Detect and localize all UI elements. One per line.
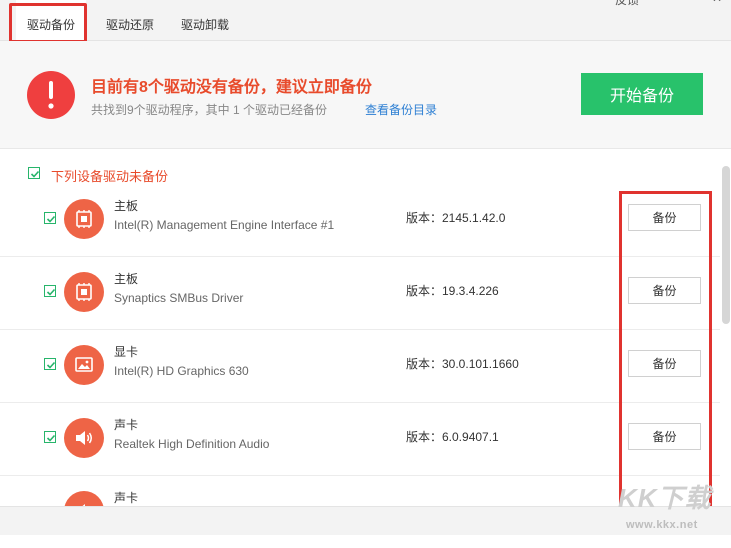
device-type: 主板: [114, 199, 139, 213]
warning-icon: [27, 71, 75, 119]
display-icon: [64, 345, 104, 385]
start-backup-button[interactable]: 开始备份: [581, 73, 703, 115]
tab-driver-uninstall[interactable]: 驱动卸载: [181, 0, 229, 40]
feedback-button[interactable]: 反馈: [615, 0, 639, 8]
driver-checkbox[interactable]: [44, 431, 56, 443]
banner-subtitle: 共找到9个驱动程序，其中 1 个驱动已经备份: [91, 103, 328, 117]
device-type: 主板: [114, 272, 139, 286]
minimize-button[interactable]: —: [656, 0, 668, 5]
driver-version: 版本：6.0.9407.1: [406, 430, 499, 444]
tab-label: 驱动备份: [26, 18, 75, 32]
close-button[interactable]: ✕: [712, 0, 722, 5]
motherboard-icon: [64, 199, 104, 239]
bottom-bar: [0, 506, 731, 535]
driver-version: 版本：19.3.4.226: [406, 284, 499, 298]
backup-button[interactable]: 备份: [628, 277, 701, 304]
device-name: Intel(R) HD Graphics 630: [114, 364, 249, 378]
check-icon: [46, 288, 56, 296]
check-icon: [46, 215, 56, 223]
backup-button[interactable]: 备份: [628, 423, 701, 450]
driver-row: 声卡 Realtek High Definition Audio 版本：6.0.…: [0, 402, 720, 476]
device-type: 显卡: [114, 345, 139, 359]
device-type: 声卡: [114, 418, 139, 432]
driver-row: 主板 Synaptics SMBus Driver 版本：19.3.4.226 …: [0, 256, 720, 330]
driver-checkbox[interactable]: [44, 212, 56, 224]
scrollbar-thumb[interactable]: [722, 166, 730, 324]
backup-button[interactable]: 备份: [628, 204, 701, 231]
driver-row: 主板 Intel(R) Management Engine Interface …: [0, 183, 720, 257]
tab-label: 驱动卸载: [181, 18, 230, 32]
device-name: Intel(R) Management Engine Interface #1: [114, 218, 335, 232]
device-type: 声卡: [114, 491, 139, 505]
driver-version: 版本：2145.1.42.0: [406, 211, 506, 225]
backup-alert-banner: 目前有8个驱动没有备份，建议立即备份 共找到9个驱动程序，其中 1 个驱动已经备…: [0, 41, 731, 149]
backup-button[interactable]: 备份: [628, 350, 701, 377]
check-icon: [46, 361, 56, 369]
motherboard-icon: [64, 272, 104, 312]
tab-driver-backup[interactable]: 驱动备份: [16, 0, 86, 41]
top-tab-bar: 驱动备份 驱动还原 驱动卸载 反馈 — ✕: [0, 0, 731, 41]
banner-title: 目前有8个驱动没有备份，建议立即备份: [91, 79, 372, 96]
check-icon: [46, 434, 56, 442]
driver-checkbox[interactable]: [44, 358, 56, 370]
driver-version: 版本：30.0.101.1660: [406, 357, 519, 371]
tab-label: 驱动还原: [106, 18, 155, 32]
device-name: Realtek High Definition Audio: [114, 437, 270, 451]
driver-checkbox[interactable]: [44, 285, 56, 297]
select-all-checkbox[interactable]: [28, 167, 40, 179]
check-icon: [30, 170, 40, 178]
driver-row: 显卡 Intel(R) HD Graphics 630 版本：30.0.101.…: [0, 329, 720, 403]
device-name: Synaptics SMBus Driver: [114, 291, 244, 305]
view-backup-dir-link[interactable]: 查看备份目录: [365, 101, 437, 118]
tab-driver-restore[interactable]: 驱动还原: [106, 0, 154, 40]
speaker-icon: [64, 418, 104, 458]
